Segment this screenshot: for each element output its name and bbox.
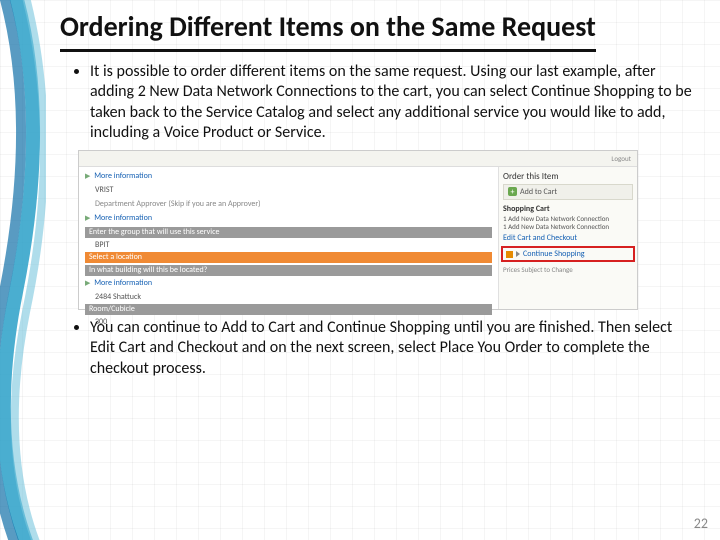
more-info-label-3: More information <box>94 278 152 288</box>
ss-topbar: Logout <box>79 151 637 167</box>
prices-note: Prices Subject to Change <box>503 265 633 274</box>
order-this-heading: Order this Item <box>503 171 633 182</box>
room-question-text: Room/Cubicle <box>89 304 135 314</box>
add-to-cart-button[interactable]: + Add to Cart <box>503 184 633 200</box>
bullet-1: It is possible to order different items … <box>90 62 696 144</box>
more-info-row-2[interactable]: ▶ More information <box>85 213 492 223</box>
select-location-bar: Select a location <box>85 252 492 263</box>
expand-icon: ▶ <box>85 213 90 222</box>
orange-square-icon <box>506 251 513 258</box>
dept-approver-row[interactable]: Department Approver (Skip if you are an … <box>85 199 492 209</box>
building-value: 2484 Shattuck <box>95 292 492 302</box>
ss-form-area: ▶ More information VRIST Department Appr… <box>79 167 499 309</box>
more-info-row[interactable]: ▶ More information <box>85 171 492 181</box>
slide-title: Ordering Different Items on the Same Req… <box>60 12 596 52</box>
add-to-cart-label: Add to Cart <box>520 187 557 197</box>
more-info-label-2: More information <box>94 213 152 223</box>
slide: Ordering Different Items on the Same Req… <box>0 0 720 540</box>
swoosh-graphic <box>0 0 46 540</box>
group-question-bar: Enter the group that will use this servi… <box>85 227 492 238</box>
bullet-list-2: You can continue to Add to Cart and Cont… <box>60 318 696 379</box>
cart-item-2: 1 Add New Data Network Connection <box>503 223 633 231</box>
embedded-screenshot: Logout ▶ More information VRIST Departme… <box>78 150 638 310</box>
left-decoration <box>0 0 46 540</box>
room-value: 300 <box>95 317 492 327</box>
building-question-bar: In what building will this be located? <box>85 265 492 276</box>
chevron-left-icon <box>516 251 520 257</box>
content-area: Ordering Different Items on the Same Req… <box>60 12 696 528</box>
group-value: BPIT <box>95 240 492 250</box>
title-wrap: Ordering Different Items on the Same Req… <box>60 12 696 52</box>
select-location-text: Select a location <box>89 252 142 262</box>
expand-icon: ▶ <box>85 278 90 287</box>
vrist-value: VRIST <box>95 185 492 195</box>
continue-shopping-box[interactable]: Continue Shopping <box>501 246 635 262</box>
plus-icon: + <box>508 187 517 196</box>
bullet-list: It is possible to order different items … <box>60 62 696 144</box>
building-question-text: In what building will this be located? <box>89 265 207 275</box>
dept-approver-label: Department Approver (Skip if you are an … <box>95 199 261 209</box>
room-question-bar: Room/Cubicle <box>85 304 492 315</box>
more-info-label: More information <box>94 171 152 181</box>
shopping-cart-heading: Shopping Cart <box>503 204 633 214</box>
edit-cart-checkout-link[interactable]: Edit Cart and Checkout <box>503 233 633 243</box>
logout-link[interactable]: Logout <box>611 154 631 163</box>
building-more-info[interactable]: ▶ More information <box>85 278 492 288</box>
continue-shopping-label: Continue Shopping <box>523 249 585 259</box>
bullet-2: You can continue to Add to Cart and Cont… <box>90 318 696 379</box>
page-number: 22 <box>694 515 708 532</box>
expand-icon: ▶ <box>85 171 90 180</box>
group-question-text: Enter the group that will use this servi… <box>89 227 219 237</box>
ss-cart-sidebar: Order this Item + Add to Cart Shopping C… <box>499 167 637 309</box>
